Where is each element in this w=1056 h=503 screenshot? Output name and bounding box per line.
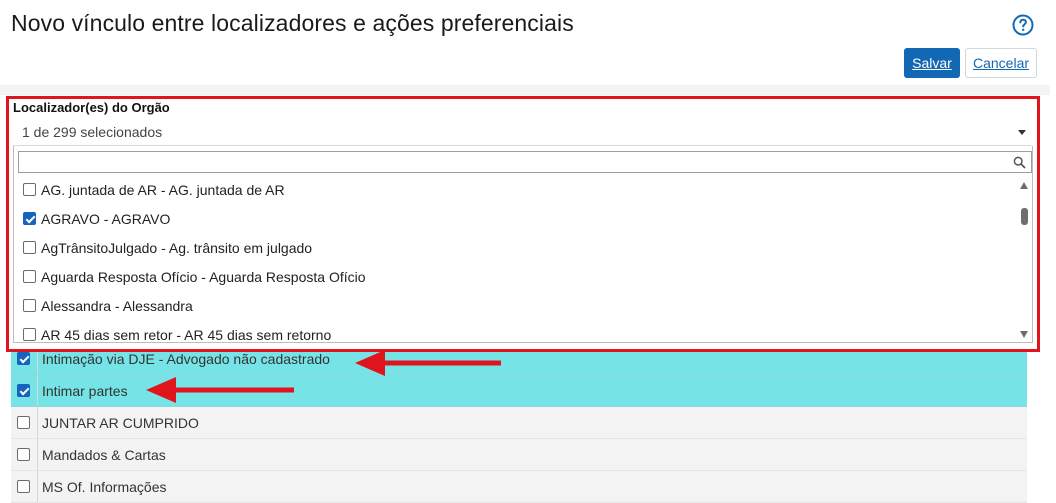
- cancel-button[interactable]: Cancelar: [965, 48, 1037, 78]
- list-item[interactable]: AGRAVO - AGRAVO: [14, 205, 1014, 234]
- red-arrow-icon: [355, 350, 501, 376]
- localizador-label: Localizador(es) do Orgão: [13, 100, 170, 115]
- localizador-panel: Localizador(es) do Orgão 1 de 299 seleci…: [6, 96, 1040, 352]
- options-list: AG. juntada de AR - AG. juntada de AR AG…: [14, 176, 1014, 350]
- row-checkbox[interactable]: [17, 416, 30, 429]
- scroll-up-icon[interactable]: [1020, 182, 1028, 189]
- option-checkbox[interactable]: [23, 328, 36, 341]
- row-label: JUNTAR AR CUMPRIDO: [42, 415, 199, 431]
- list-item[interactable]: AG. juntada de AR - AG. juntada de AR: [14, 176, 1014, 205]
- list-item[interactable]: AgTrânsitoJulgado - Ag. trânsito em julg…: [14, 234, 1014, 263]
- search-input[interactable]: [18, 151, 1032, 173]
- list-item[interactable]: AR 45 dias sem retor - AR 45 dias sem re…: [14, 321, 1014, 350]
- row-label: Intimar partes: [42, 383, 128, 399]
- row-checkbox[interactable]: [17, 480, 30, 493]
- row-label: Intimação via DJE - Advogado não cadastr…: [42, 351, 330, 367]
- list-item[interactable]: Aguarda Resposta Ofício - Aguarda Respos…: [14, 263, 1014, 292]
- row-label: MS Of. Informações: [42, 479, 167, 495]
- actions-table: Intimação via DJE - Advogado não cadastr…: [11, 343, 1027, 503]
- option-checkbox[interactable]: [23, 183, 36, 196]
- chevron-down-icon[interactable]: [1018, 130, 1026, 135]
- option-checkbox[interactable]: [23, 212, 36, 225]
- help-icon[interactable]: [1011, 13, 1035, 37]
- row-checkbox[interactable]: [17, 448, 30, 461]
- option-checkbox[interactable]: [23, 270, 36, 283]
- row-label: Mandados & Cartas: [42, 447, 166, 463]
- scrollbar-thumb[interactable]: [1021, 208, 1028, 225]
- table-row[interactable]: Mandados & Cartas: [11, 439, 1027, 471]
- scroll-down-icon[interactable]: [1020, 331, 1028, 338]
- row-checkbox[interactable]: [17, 384, 30, 397]
- search-icon: [1013, 156, 1026, 169]
- localizador-dropdown: AG. juntada de AR - AG. juntada de AR AG…: [13, 146, 1033, 343]
- table-row[interactable]: JUNTAR AR CUMPRIDO: [11, 407, 1027, 439]
- row-checkbox[interactable]: [17, 352, 30, 365]
- header-divider: [0, 85, 1050, 95]
- list-item[interactable]: Alessandra - Alessandra: [14, 292, 1014, 321]
- red-arrow-icon: [146, 377, 294, 403]
- save-button[interactable]: Salvar: [904, 48, 960, 78]
- option-checkbox[interactable]: [23, 241, 36, 254]
- option-checkbox[interactable]: [23, 299, 36, 312]
- localizador-select[interactable]: 1 de 299 selecionados: [13, 117, 1031, 146]
- select-value: 1 de 299 selecionados: [22, 124, 163, 140]
- table-row[interactable]: MS Of. Informações: [11, 471, 1027, 503]
- page-title: Novo vínculo entre localizadores e ações…: [11, 10, 574, 36]
- page-edge: [1050, 0, 1056, 486]
